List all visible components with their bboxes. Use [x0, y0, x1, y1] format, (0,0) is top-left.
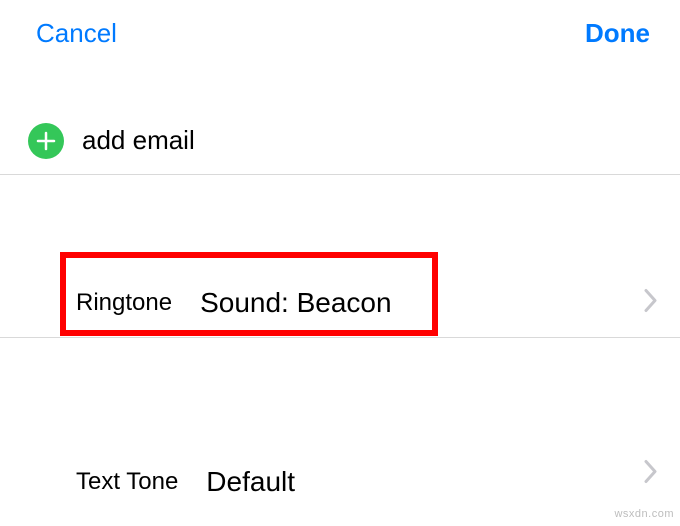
ringtone-row[interactable]: Ringtone Sound: Beacon: [0, 269, 680, 338]
ringtone-label: Ringtone: [76, 289, 172, 317]
watermark-text: wsxdn.com: [614, 508, 674, 520]
add-email-row[interactable]: add email: [0, 107, 680, 175]
texttone-label: Text Tone: [76, 468, 178, 496]
chevron-right-icon: [644, 289, 658, 318]
ringtone-value: Sound: Beacon: [200, 287, 392, 319]
texttone-value: Default: [206, 466, 295, 498]
chevron-right-icon: [644, 460, 658, 489]
add-email-label: add email: [82, 125, 195, 156]
texttone-row[interactable]: Text Tone Default: [0, 440, 680, 508]
done-button[interactable]: Done: [585, 18, 650, 49]
cancel-button[interactable]: Cancel: [36, 18, 117, 49]
plus-circle-icon: [28, 123, 64, 159]
nav-bar: Cancel Done: [0, 0, 680, 67]
